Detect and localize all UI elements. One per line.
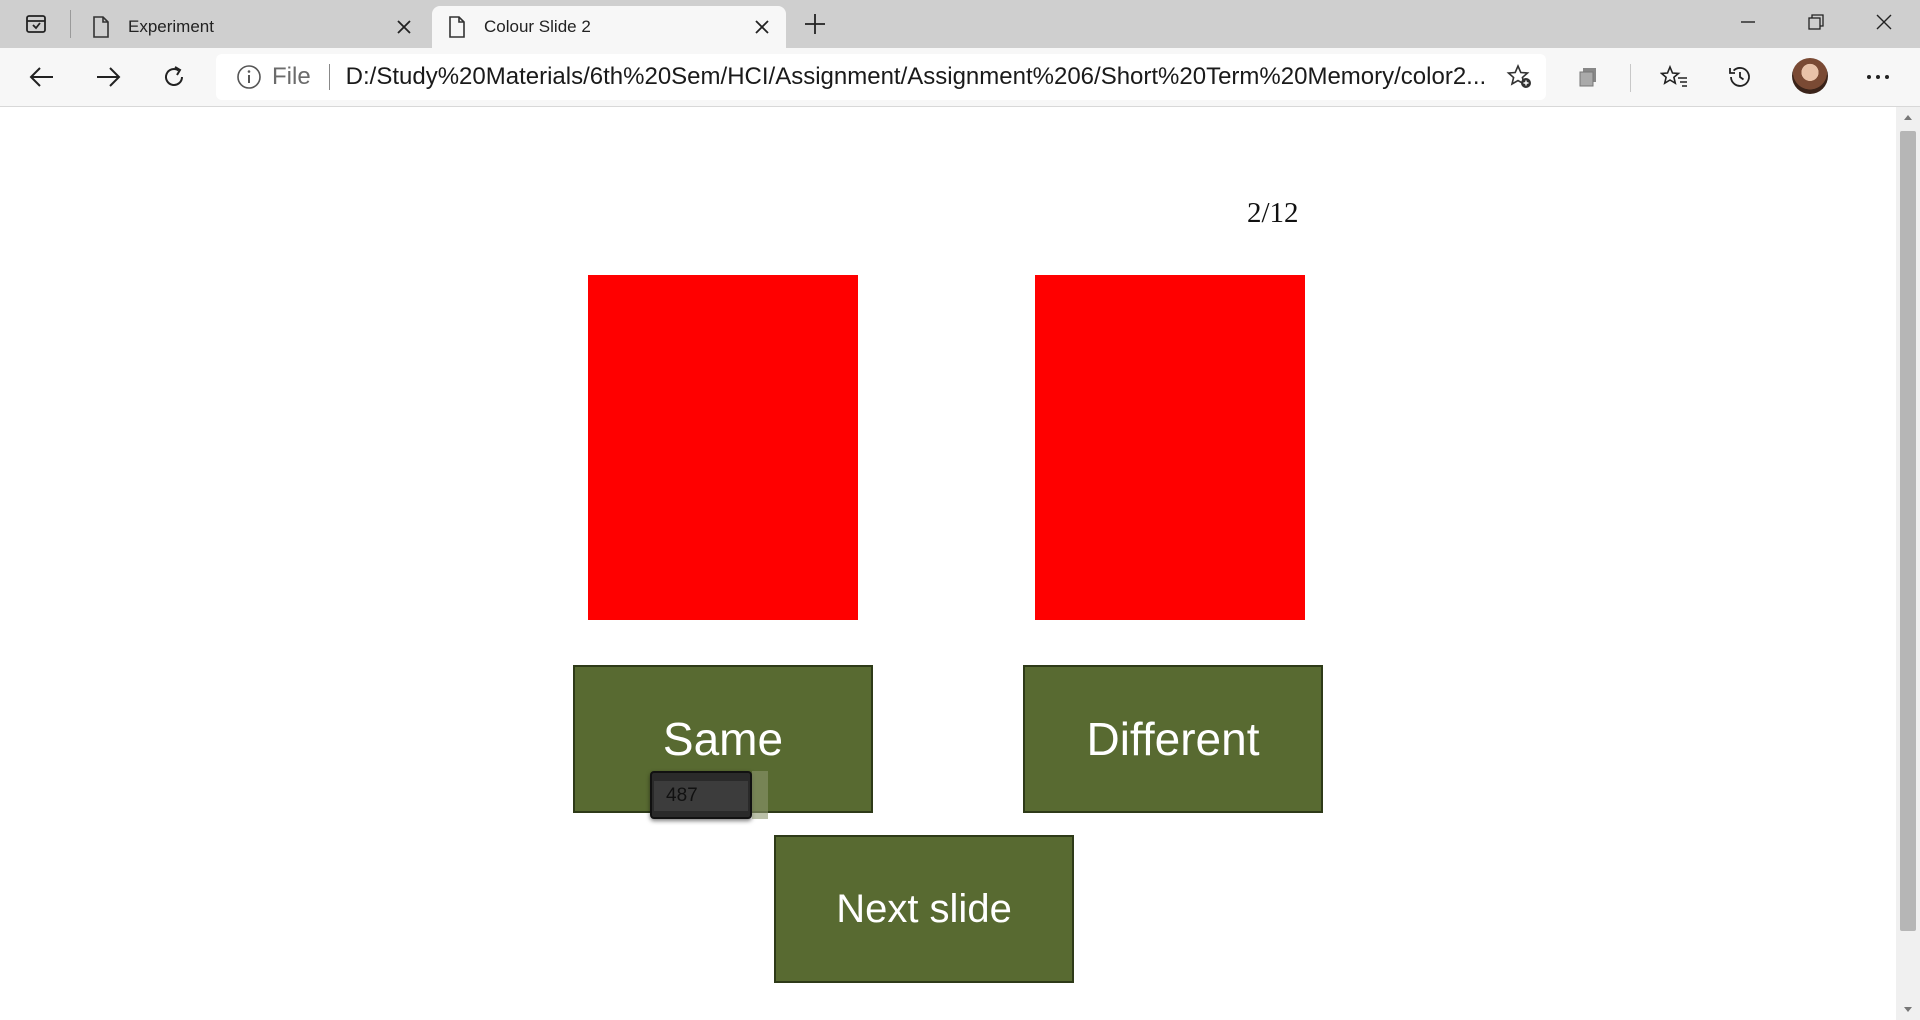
new-tab-button[interactable] — [795, 8, 835, 40]
page-icon — [446, 15, 470, 39]
scroll-up-arrow-icon[interactable] — [1896, 107, 1920, 127]
browser-toolbar: File D:/Study%20Materials/6th%20Sem/HCI/… — [0, 48, 1920, 107]
different-button[interactable]: Different — [1023, 665, 1323, 813]
scroll-down-arrow-icon[interactable] — [1896, 1000, 1920, 1020]
page-content: 2/12 Same Different Next slide 487 — [0, 107, 1896, 1020]
address-bar[interactable]: File D:/Study%20Materials/6th%20Sem/HCI/… — [216, 54, 1546, 100]
minimize-button[interactable] — [1716, 0, 1780, 44]
vertical-scrollbar[interactable] — [1896, 107, 1920, 1020]
plus-icon — [805, 14, 825, 34]
next-slide-button[interactable]: Next slide — [774, 835, 1074, 983]
tab-title: Experiment — [128, 17, 214, 36]
close-tab-icon[interactable] — [392, 15, 416, 39]
tab-colour-slide-2[interactable]: Colour Slide 2 — [432, 6, 786, 48]
collections-icon — [1579, 68, 1596, 87]
url-text[interactable]: D:/Study%20Materials/6th%20Sem/HCI/Assig… — [346, 63, 1494, 91]
tab-actions-icon — [26, 15, 46, 33]
left-colour-swatch — [588, 275, 858, 620]
value-tooltip: 487 — [650, 771, 752, 819]
forward-button[interactable] — [88, 57, 128, 97]
address-divider — [328, 64, 330, 90]
back-button[interactable] — [22, 57, 62, 97]
close-window-button[interactable] — [1852, 0, 1916, 44]
back-arrow-icon — [29, 67, 53, 87]
close-icon — [1876, 14, 1892, 30]
forward-arrow-icon — [97, 67, 121, 87]
tooltip-shadow — [752, 771, 768, 819]
info-icon[interactable] — [236, 64, 262, 90]
collections-button[interactable] — [1568, 57, 1608, 97]
scrollbar-thumb[interactable] — [1900, 131, 1916, 931]
page-icon — [90, 15, 114, 39]
slide-counter: 2/12 — [1247, 197, 1299, 229]
tab-actions-button[interactable] — [16, 8, 56, 40]
restore-button[interactable] — [1784, 0, 1848, 44]
minimize-icon — [1741, 21, 1755, 23]
tooltip-value: 487 — [654, 781, 748, 811]
favorites-button[interactable] — [1654, 57, 1694, 97]
settings-more-button[interactable] — [1858, 57, 1898, 97]
scheme-label: File — [272, 63, 311, 90]
refresh-button[interactable] — [154, 57, 194, 97]
right-colour-swatch — [1035, 275, 1305, 620]
star-add-icon — [1506, 63, 1531, 88]
history-icon — [1729, 67, 1750, 87]
restore-icon — [1808, 14, 1824, 30]
title-bar: Experiment Colour Slide 2 — [0, 0, 1920, 48]
tab-separator — [70, 10, 71, 38]
tab-title: Colour Slide 2 — [484, 17, 591, 36]
profile-avatar[interactable] — [1792, 58, 1828, 94]
add-favorite-button[interactable] — [1500, 57, 1540, 97]
toolbar-divider — [1630, 64, 1631, 92]
history-button[interactable] — [1720, 57, 1760, 97]
favorites-star-icon — [1660, 64, 1687, 87]
close-tab-icon[interactable] — [750, 15, 774, 39]
refresh-icon — [165, 66, 183, 86]
tab-experiment[interactable]: Experiment — [76, 6, 428, 48]
more-dots-icon — [1867, 75, 1889, 79]
